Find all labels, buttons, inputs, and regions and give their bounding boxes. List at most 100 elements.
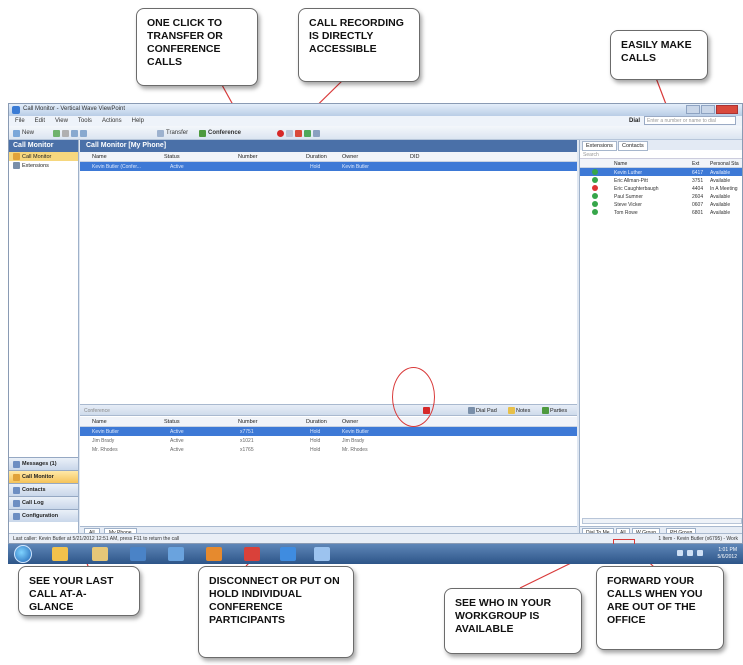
last-caller-status[interactable]: Last caller: Kevin Butler at 5/21/2012 1…: [13, 536, 179, 542]
contacts-icon: [13, 486, 20, 494]
presence-icon: [592, 169, 598, 175]
menu-edit[interactable]: Edit: [35, 118, 45, 124]
notes-button[interactable]: Notes: [508, 407, 530, 414]
col-did[interactable]: DID: [410, 154, 419, 160]
tray-icon[interactable]: [697, 550, 703, 556]
menu-help[interactable]: Help: [132, 118, 144, 124]
phone-icon[interactable]: [53, 129, 60, 137]
ext-col-status[interactable]: Personal Sta: [710, 161, 739, 167]
new-button[interactable]: New: [13, 129, 34, 137]
horizontal-scrollbar[interactable]: [582, 518, 742, 524]
col-number[interactable]: Number: [238, 154, 258, 160]
check-icon[interactable]: [304, 129, 311, 137]
tray-icon[interactable]: [687, 550, 693, 556]
presence-icon: [592, 177, 598, 183]
dial-input[interactable]: Enter a number or name to dial: [644, 116, 736, 125]
participant-row[interactable]: Jim Brady Active x1021 Hold Jim Brady: [80, 436, 577, 445]
new-label: New: [22, 130, 35, 136]
nav-buttons: Messages (1) Call Monitor Contacts Call …: [9, 457, 78, 522]
close-button[interactable]: [716, 105, 738, 114]
nav-item-extensions-label: Extensions: [22, 162, 49, 169]
nav-button-messages[interactable]: Messages (1): [9, 457, 78, 470]
ext-col-name[interactable]: Name: [614, 161, 627, 167]
menu-actions[interactable]: Actions: [102, 118, 122, 124]
nav-item-call-monitor[interactable]: Call Monitor: [9, 152, 78, 161]
record-icon[interactable]: [277, 129, 284, 137]
toolbar: New Transfer Conference: [9, 126, 742, 140]
presence-status[interactable]: 1 Item - Kevin Butler (x6795) - Work: [658, 536, 738, 542]
pcol-status[interactable]: Status: [164, 419, 180, 425]
transfer-button[interactable]: Transfer: [157, 129, 188, 137]
extension-row[interactable]: Steve Vicker 0607 Available: [580, 200, 742, 208]
maximize-button[interactable]: [701, 105, 715, 114]
hold-icon[interactable]: [71, 129, 78, 137]
participants-grid-header: Name Status Number Duration Owner: [80, 417, 577, 427]
tab-extensions[interactable]: Extensions: [582, 141, 617, 151]
ie-icon[interactable]: [280, 547, 296, 561]
nav-button-call-monitor[interactable]: Call Monitor: [9, 470, 78, 483]
participant-row[interactable]: Mr. Rhodes Active x1765 Hold Mr. Rhodes: [80, 445, 577, 454]
nav-item-extensions[interactable]: Extensions: [9, 161, 78, 170]
col-name[interactable]: Name: [92, 154, 107, 160]
hangup-icon[interactable]: [62, 129, 69, 137]
nav-button-configuration[interactable]: Configuration: [9, 509, 78, 522]
participant-name: Jim Brady: [92, 438, 115, 444]
participants-grid: Name Status Number Duration Owner Kevin …: [80, 417, 577, 454]
pcol-number[interactable]: Number: [238, 419, 258, 425]
participant-status: Active: [170, 429, 184, 435]
conference-icon: [199, 129, 206, 137]
tab-contacts[interactable]: Contacts: [618, 141, 648, 151]
extension-row[interactable]: Tom Rowe 6801 Available: [580, 208, 742, 216]
settings-icon[interactable]: [313, 129, 320, 137]
nav-button-call-log-label: Call Log: [22, 500, 44, 506]
mail-icon[interactable]: [244, 547, 260, 561]
tray-icon[interactable]: [677, 550, 683, 556]
browser-icon[interactable]: [206, 547, 222, 561]
taskbar-clock[interactable]: 1:01 PM 5/6/2012: [718, 547, 737, 561]
explorer-icon[interactable]: [52, 547, 68, 561]
nav-button-call-log[interactable]: Call Log: [9, 496, 78, 509]
parties-button[interactable]: Parties: [542, 407, 567, 414]
pcol-name[interactable]: Name: [92, 419, 107, 425]
menu-view[interactable]: View: [55, 118, 68, 124]
col-status[interactable]: Status: [164, 154, 180, 160]
pcol-duration[interactable]: Duration: [306, 419, 327, 425]
minimize-button[interactable]: [686, 105, 700, 114]
extension-row[interactable]: Eric Caughterbaugh 4404 In A Meeting: [580, 184, 742, 192]
notes-label: Notes: [516, 407, 531, 414]
nav-button-contacts[interactable]: Contacts: [9, 483, 78, 496]
pcol-owner[interactable]: Owner: [342, 419, 358, 425]
participant-status: Active: [170, 438, 184, 444]
ext-col-ext[interactable]: Ext: [692, 161, 699, 167]
col-duration[interactable]: Duration: [306, 154, 327, 160]
clock-date: 5/6/2012: [717, 554, 737, 560]
start-button[interactable]: [14, 545, 32, 563]
extension-row[interactable]: Eric Allman-Pitt 3751 Available: [580, 176, 742, 184]
col-owner[interactable]: Owner: [342, 154, 358, 160]
extension-row[interactable]: Paul Sumner 2604 Available: [580, 192, 742, 200]
extension-status: Available: [710, 210, 731, 216]
extensions-grid-header: Name Ext Personal Sta: [580, 159, 742, 168]
media-icon[interactable]: [130, 547, 146, 561]
main-header: Call Monitor [My Phone]: [80, 140, 577, 152]
app-icon[interactable]: [168, 547, 184, 561]
pause-record-icon[interactable]: [286, 129, 293, 137]
dial-pad-button[interactable]: Dial Pad: [468, 407, 497, 414]
viewpoint-icon[interactable]: [314, 547, 330, 561]
conference-button[interactable]: Conference: [199, 129, 241, 137]
menu-file[interactable]: File: [15, 118, 25, 124]
transfer-icon: [157, 129, 164, 137]
menu-tools[interactable]: Tools: [78, 118, 92, 124]
call-row[interactable]: Kevin Butler (Confer... Active Hold Kevi…: [80, 162, 577, 171]
call-row-status: Active: [170, 164, 184, 170]
voicemail-icon[interactable]: [295, 129, 302, 137]
extensions-search-input[interactable]: Search: [580, 150, 742, 159]
participant-number: x1765: [240, 447, 254, 453]
pickup-icon[interactable]: [80, 129, 87, 137]
extension-row[interactable]: Kevin Luther 6417 Available: [580, 168, 742, 176]
participant-row[interactable]: Kevin Butler Active x7751 Hold Kevin But…: [80, 427, 577, 436]
folder-icon[interactable]: [92, 547, 108, 561]
presence-icon: [592, 185, 598, 191]
notes-icon: [508, 407, 515, 414]
dial-pad-label: Dial Pad: [476, 407, 497, 414]
